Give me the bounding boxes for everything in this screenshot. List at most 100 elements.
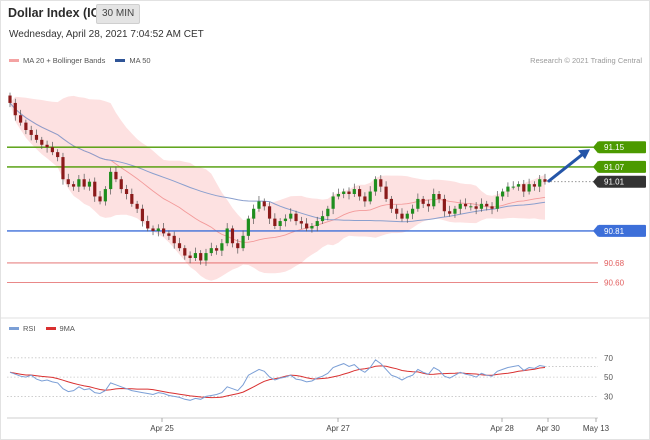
level-tag-pointer-resistance [593,160,598,173]
candle-body-up [310,226,314,229]
candle-body-up [501,191,505,197]
candle-body-up [103,189,107,202]
candle-body-up [506,186,510,192]
candle-body-up [495,196,499,209]
candle-body-down [299,221,303,224]
rsi-9ma-line [9,365,546,399]
candle-body-down [172,235,176,244]
candle-body-down [379,179,383,187]
candle-body-up [405,213,409,219]
candle-body-up [225,228,229,244]
candle-body-down [305,223,309,229]
candle-body-down [347,191,351,194]
rsi-line [9,359,546,401]
candle-body-up [511,186,515,188]
candle-body-up [220,243,224,251]
price-chart[interactable]: 91.15 91.07 91.01 90.81 90.68 90.60 70 50 30 Apr … [0,0,650,440]
candle-body-down [389,198,393,209]
candle-body-up [246,218,250,236]
level-label-resistance: 91.15 [604,143,625,152]
candle-body-down [199,253,203,261]
candle-body-down [188,255,192,258]
candle-body-up [416,198,420,209]
candle-body-down [474,206,478,209]
candle-body-down [45,144,49,148]
candle-body-down [522,184,526,192]
candle-body-up [109,171,113,190]
candle-body-up [453,208,457,214]
candle-body-up [516,184,521,187]
candle-body-down [485,203,489,207]
level-label-resistance: 91.07 [604,163,625,172]
candle-body-up [77,179,81,187]
candle-body-down [119,179,123,190]
candle-body-down [135,203,139,209]
candle-body-up [278,221,282,226]
candle-body-up [527,184,531,192]
candle-body-up [342,191,346,194]
candle-body-down [543,179,547,182]
candle-body-down [236,243,240,249]
candle-body-down [61,157,65,180]
x-tick-label: Apr 25 [150,424,174,433]
candle-body-up [283,218,288,222]
candle-body-down [532,184,537,187]
candle-body-down [273,218,277,226]
candle-body-down [214,248,219,251]
candle-body-down [177,243,182,249]
candle-body-up [458,203,462,209]
candle-body-up [336,194,341,197]
x-tick-label: May 13 [583,424,610,433]
candle-body-down [395,208,399,214]
candle-body-up [257,201,261,209]
candle-body-down [151,228,155,231]
candle-body-down [183,248,187,256]
candle-body-down [384,186,388,199]
candle-body-down [363,196,367,202]
candle-body-up [410,208,415,214]
candle-body-down [124,189,129,194]
candle-body-up [156,228,160,231]
candle-body-up [368,191,372,202]
candle-body-down [146,221,150,229]
candle-body-up [432,194,436,207]
candle-body-down [140,208,145,222]
candle-body-down [463,203,468,207]
rsi-tick-label: 70 [604,354,613,363]
candle-body-down [66,179,70,185]
candle-body-down [294,213,298,222]
x-tick-label: Apr 27 [326,424,350,433]
candle-body-down [490,206,494,209]
candle-body-down [18,115,23,123]
candle-body-up [538,179,542,187]
candle-body-down [448,211,452,214]
candle-body-up [315,221,319,226]
level-tag-pointer-support [593,224,598,237]
candle-body-up [241,235,245,249]
candle-body-down [40,139,44,145]
candle-body-up [373,179,378,192]
candle-body-down [93,181,97,197]
bollinger-band [10,95,545,281]
candle-body-down [50,147,54,153]
candle-body-up [252,208,256,219]
candle-body-up [326,208,330,217]
candle-body-down [442,198,446,212]
candle-body-up [320,216,325,222]
candle-body-down [262,201,266,207]
level-label-support: 90.81 [604,227,625,236]
candle-body-down [98,196,102,202]
candle-body-down [162,228,166,234]
level-label-minor: 90.68 [604,259,625,268]
level-label-minor: 90.60 [604,279,625,288]
candle-body-down [437,194,441,199]
candle-body-down [114,171,118,180]
candle-body-down [29,130,33,135]
candle-body-up [352,189,356,194]
candle-body-down [130,194,134,204]
candle-body-down [13,102,17,116]
candle-body-up [289,213,293,219]
candle-body-up [469,206,473,208]
candle-body-down [56,152,60,158]
candle-body-up [331,196,335,209]
